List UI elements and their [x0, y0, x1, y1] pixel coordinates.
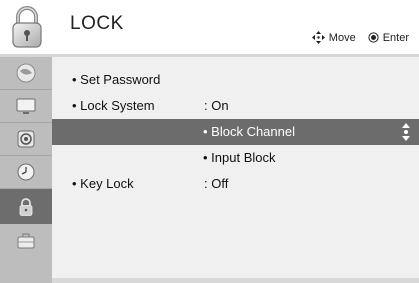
menu-item-value: : Off: [204, 176, 229, 191]
speaker-icon: [17, 130, 35, 148]
menu-item-label: • Block Channel: [203, 124, 295, 139]
move-hint-label: Move: [328, 31, 356, 44]
lock-menu-screen: LOCK Move Enter • Set Password • Lock Sy…: [0, 0, 419, 283]
menu-item-block-channel[interactable]: • Block Channel: [52, 119, 419, 145]
sidebar-item-audio[interactable]: [0, 123, 52, 155]
enter-hint: Enter: [368, 32, 409, 44]
header-padlock-icon: [0, 0, 54, 54]
navigation-hints: Move Enter: [311, 31, 409, 44]
four-way-arrow-icon: [311, 31, 325, 44]
category-sidebar: [0, 57, 52, 283]
sidebar-item-option[interactable]: [0, 225, 52, 257]
menu-item-lock-system[interactable]: • Lock System : On: [52, 93, 419, 119]
lock-menu-panel: • Set Password • Lock System : On • Bloc…: [52, 57, 419, 283]
menu-item-input-block[interactable]: • Input Block: [52, 145, 419, 171]
padlock-icon: [19, 197, 33, 216]
menu-item-label: • Key Lock: [72, 176, 134, 191]
option-briefcase-icon: [17, 233, 35, 249]
menu-item-label: • Lock System: [72, 98, 155, 113]
clock-icon: [17, 163, 35, 181]
menu-item-label: • Input Block: [203, 150, 276, 165]
move-hint: Move: [311, 31, 356, 44]
satellite-dish-icon: [16, 63, 36, 83]
up-down-arrow-icon: [402, 123, 410, 141]
ok-button-icon: [368, 32, 379, 43]
sidebar-item-time[interactable]: [0, 156, 52, 188]
picture-monitor-icon: [16, 98, 36, 114]
sidebar-item-channel[interactable]: [0, 57, 52, 89]
menu-item-label: • Set Password: [72, 72, 161, 87]
menu-item-set-password[interactable]: • Set Password: [52, 67, 419, 93]
sidebar-item-picture[interactable]: [0, 90, 52, 122]
menu-item-value: : On: [204, 98, 229, 113]
menu-item-key-lock[interactable]: • Key Lock : Off: [52, 171, 419, 197]
page-title: LOCK: [70, 13, 124, 34]
sidebar-item-lock[interactable]: [0, 189, 52, 224]
panel-bottom-border: [52, 278, 419, 283]
enter-hint-label: Enter: [382, 31, 409, 44]
